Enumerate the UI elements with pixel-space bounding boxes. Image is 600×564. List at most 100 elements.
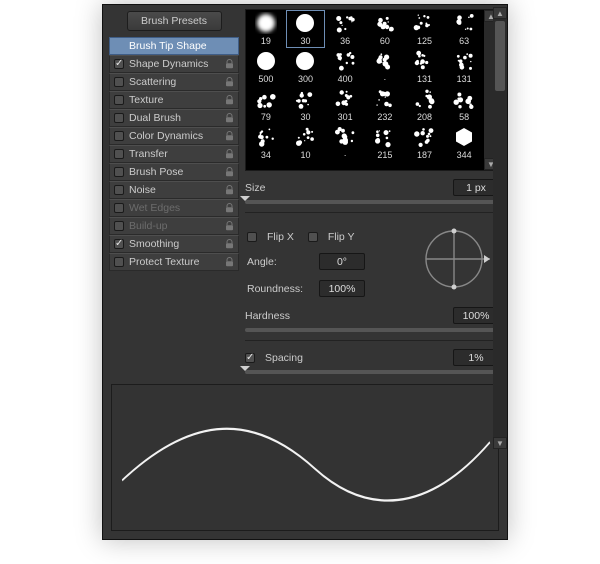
brush-swatch[interactable]: 19 <box>246 10 286 48</box>
checkbox-icon[interactable] <box>114 77 124 87</box>
stroke-preview <box>111 384 499 531</box>
brush-swatch[interactable]: 131 <box>405 48 445 86</box>
option-label: Texture <box>129 94 163 106</box>
lock-icon[interactable] <box>225 113 234 126</box>
option-tip[interactable]: Brush Tip Shape <box>109 37 239 55</box>
lock-icon[interactable] <box>225 77 234 90</box>
swatch-size-label: 131 <box>417 74 432 84</box>
brush-swatch[interactable]: · <box>325 124 365 162</box>
angle-dial[interactable] <box>418 221 494 297</box>
lock-icon[interactable] <box>225 167 234 180</box>
scroll-down-icon[interactable]: ▼ <box>493 437 507 449</box>
swatch-size-label: 215 <box>377 150 392 160</box>
flip-y-checkbox[interactable]: Flip Y <box>308 231 355 243</box>
brush-swatch[interactable]: 215 <box>365 124 405 162</box>
swatch-size-label: 63 <box>459 36 469 46</box>
checkbox-icon[interactable] <box>114 59 124 69</box>
lock-icon[interactable] <box>225 59 234 72</box>
option-shape[interactable]: Shape Dynamics <box>109 55 239 73</box>
option-label: Smoothing <box>129 238 179 250</box>
brush-swatch[interactable]: 232 <box>365 86 405 124</box>
brush-swatches: 1930366012563500300400·13113179303012322… <box>245 9 499 171</box>
option-label: Noise <box>129 184 156 196</box>
brush-swatch[interactable]: 187 <box>405 124 445 162</box>
brush-swatch[interactable]: 131 <box>444 48 484 86</box>
swatch-size-label: 400 <box>338 74 353 84</box>
brush-swatch[interactable]: · <box>365 48 405 86</box>
checkbox-icon[interactable] <box>114 239 124 249</box>
swatch-size-label: · <box>383 74 386 84</box>
option-pose[interactable]: Brush Pose <box>109 163 239 181</box>
spacing-checkbox[interactable]: Spacing <box>245 352 303 364</box>
lock-icon[interactable] <box>225 221 234 234</box>
option-label: Shape Dynamics <box>129 58 208 70</box>
brush-swatch[interactable]: 301 <box>325 86 365 124</box>
options-sidebar: Brush Presets Brush Tip Shape Shape Dynam… <box>103 5 243 376</box>
size-slider[interactable] <box>245 200 499 204</box>
size-label: Size <box>245 182 265 194</box>
angle-value[interactable]: 0° <box>319 253 365 270</box>
option-colordyn[interactable]: Color Dynamics <box>109 127 239 145</box>
option-scattering[interactable]: Scattering <box>109 73 239 91</box>
option-transfer[interactable]: Transfer <box>109 145 239 163</box>
brush-swatch[interactable]: 500 <box>246 48 286 86</box>
option-label: Wet Edges <box>129 202 180 214</box>
scroll-up-icon[interactable]: ▲ <box>493 7 507 19</box>
brush-swatch[interactable]: 30 <box>286 86 326 124</box>
brush-swatch[interactable]: 63 <box>444 10 484 48</box>
option-label: Transfer <box>129 148 168 160</box>
brush-presets-button[interactable]: Brush Presets <box>127 11 222 31</box>
checkbox-icon[interactable] <box>114 149 124 159</box>
brush-swatch[interactable]: 30 <box>286 10 326 48</box>
option-protect[interactable]: Protect Texture <box>109 253 239 271</box>
option-wet[interactable]: Wet Edges <box>109 199 239 217</box>
brush-swatch[interactable]: 34 <box>246 124 286 162</box>
brush-swatch[interactable]: 79 <box>246 86 286 124</box>
flip-x-checkbox[interactable]: Flip X <box>247 231 294 243</box>
hardness-slider[interactable] <box>245 328 499 332</box>
option-noise[interactable]: Noise <box>109 181 239 199</box>
checkbox-icon[interactable] <box>114 113 124 123</box>
brush-swatch[interactable]: 300 <box>286 48 326 86</box>
swatch-size-label: 500 <box>258 74 273 84</box>
lock-icon[interactable] <box>225 95 234 108</box>
checkbox-icon[interactable] <box>114 257 124 267</box>
swatch-size-label: 301 <box>338 112 353 122</box>
option-build[interactable]: Build-up <box>109 217 239 235</box>
brush-swatch[interactable]: 10 <box>286 124 326 162</box>
lock-icon[interactable] <box>225 257 234 270</box>
lock-icon[interactable] <box>225 239 234 252</box>
hardness-row: Hardness 100% <box>245 307 499 324</box>
option-dual[interactable]: Dual Brush <box>109 109 239 127</box>
checkbox-icon[interactable] <box>114 167 124 177</box>
brush-swatch[interactable]: 208 <box>405 86 445 124</box>
roundness-value[interactable]: 100% <box>319 280 365 297</box>
brush-swatch[interactable]: 125 <box>405 10 445 48</box>
brush-swatch[interactable]: 58 <box>444 86 484 124</box>
spacing-row: Spacing 1% <box>245 349 499 366</box>
checkbox-icon[interactable] <box>114 203 124 213</box>
option-smoothing[interactable]: Smoothing <box>109 235 239 253</box>
brush-swatch[interactable]: 400 <box>325 48 365 86</box>
checkbox-icon[interactable] <box>114 95 124 105</box>
swatch-size-label: 60 <box>380 36 390 46</box>
spacing-slider[interactable] <box>245 370 499 374</box>
checkbox-icon[interactable] <box>114 131 124 141</box>
brush-swatch[interactable]: 344 <box>444 124 484 162</box>
swatch-size-label: 36 <box>340 36 350 46</box>
lock-icon[interactable] <box>225 203 234 216</box>
swatch-size-label: 19 <box>261 36 271 46</box>
checkbox-icon[interactable] <box>114 185 124 195</box>
lock-icon[interactable] <box>225 149 234 162</box>
swatch-size-label: 30 <box>300 36 310 46</box>
lock-icon[interactable] <box>225 185 234 198</box>
option-texture[interactable]: Texture <box>109 91 239 109</box>
option-label: Color Dynamics <box>129 130 203 142</box>
lock-icon[interactable] <box>225 131 234 144</box>
brush-swatch[interactable]: 36 <box>325 10 365 48</box>
brush-swatch[interactable]: 60 <box>365 10 405 48</box>
swatch-size-label: 79 <box>261 112 271 122</box>
angle-row: Angle: 0° <box>247 253 413 270</box>
checkbox-icon[interactable] <box>114 221 124 231</box>
panel-scrollbar[interactable]: ▲ ▼ <box>493 7 507 449</box>
